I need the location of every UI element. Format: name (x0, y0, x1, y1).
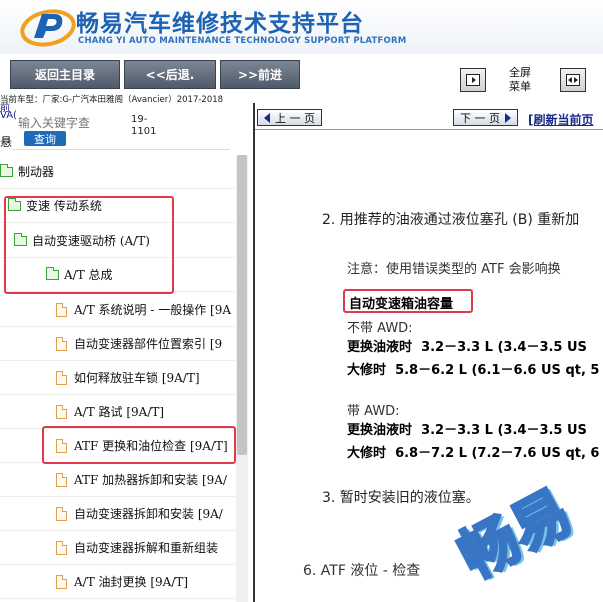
tree-item[interactable]: A/T 路试 [9A/T] (0, 395, 236, 429)
tree-item-label: 自动变速器部件位置索引 [9 (74, 337, 223, 351)
tree-item[interactable]: A/T 系统说明 - 一般操作 [9A (0, 293, 236, 327)
tree-item-label: 自动变速器拆卸和安装 [9A/ (74, 507, 223, 521)
document-icon (56, 370, 67, 385)
with-awd-label: 带 AWD: (347, 404, 400, 419)
arrow-left-icon (264, 112, 270, 123)
back-button[interactable]: <<后退. (124, 60, 216, 89)
collapse-left-button[interactable] (460, 68, 486, 92)
document-icon (56, 404, 67, 419)
document-icon (56, 438, 67, 453)
tree-item[interactable]: A/T 油封更换 [9A/T] (0, 565, 236, 599)
step-2-text: 2. 用推荐的油液通过液位塞孔 (B) 重新加 (322, 212, 580, 228)
divider (12, 149, 230, 150)
tree-item-label: 自动变速器拆解和重新组装 (74, 541, 219, 555)
watermark: 畅易 (447, 476, 584, 594)
app-title: 畅易汽车维修技术支持平台 (76, 11, 364, 37)
next-page-button[interactable]: 下 一 页 (453, 109, 518, 126)
arrow-right-icon (505, 112, 511, 123)
step-3-text: 3. 暂时安装旧的液位塞。 (322, 490, 480, 506)
catalog-panel: 前 VA( 悬 查询 19-1101 制动器变速 传动系统自动变速驱动桥 (A/… (0, 103, 253, 602)
tree-item[interactable]: ATF 加热器拆卸和安装 [9A/ (0, 463, 236, 497)
brand-logo-icon (20, 9, 76, 47)
tree-item[interactable]: 自动变速器部件位置索引 [9 (0, 327, 236, 361)
tree-item-partial: 悬 (0, 135, 13, 149)
tree-item-label: ATF 加热器拆卸和安装 [9A/ (74, 473, 227, 487)
search-button[interactable]: 查询 (24, 131, 66, 146)
tree-item-label: ATF 更换和油位检查 [9A/T] (74, 439, 228, 453)
spec-row: 大修时 5.8－6.2 L (6.1－6.6 US qt, 5 (347, 363, 600, 378)
document-icon (56, 540, 67, 555)
folder-icon (14, 232, 27, 246)
prev-page-button[interactable]: 上 一 页 (257, 109, 322, 126)
fullscreen-menu-label[interactable]: 全屏 菜单 (500, 66, 540, 94)
tree-item[interactable]: 自动变速器拆卸和安装 [9A/ (0, 497, 236, 531)
tree-item[interactable]: A/T 总成 (0, 258, 236, 292)
document-icon (56, 336, 67, 351)
tree-item-label: 如何释放驻车锁 [9A/T] (74, 371, 200, 385)
forward-button[interactable]: >>前进 (220, 60, 300, 89)
tree-item[interactable]: 如何释放驻车锁 [9A/T] (0, 361, 236, 395)
home-button[interactable]: 返回主目录 (10, 60, 120, 89)
document-viewer: 上 一 页 下 一 页 [刷新当前页 2. 用推荐的油液通过液位塞孔 (B) 重… (253, 103, 603, 602)
tree-item-label: 变速 传动系统 (26, 199, 102, 213)
folder-icon (46, 266, 59, 280)
tree-item-label: A/T 总成 (64, 268, 113, 282)
tree-item[interactable]: 自动变速驱动桥 (A/T) (0, 224, 236, 258)
folder-icon (8, 197, 21, 211)
section-heading: 6. ATF 液位 - 检查 (303, 563, 421, 579)
tree-item-label: A/T 路试 [9A/T] (74, 405, 165, 419)
tree-item-label: A/T 油封更换 [9A/T] (74, 575, 189, 589)
no-awd-label: 不带 AWD: (347, 321, 413, 336)
tree-item-label: 自动变速驱动桥 (A/T) (32, 234, 150, 248)
document-toolbar: 上 一 页 下 一 页 [刷新当前页 (255, 103, 603, 131)
tree-scrollbar[interactable] (236, 155, 248, 602)
document-icon (56, 574, 67, 589)
fullscreen-button[interactable] (560, 68, 586, 92)
folder-icon (0, 163, 13, 177)
note-text: 注意：使用错误类型的 ATF 会影响换 (347, 262, 561, 277)
spec-row: 更换油液时 3.2－3.3 L (3.4－3.5 US (347, 423, 587, 438)
document-icon (56, 506, 67, 521)
scroll-thumb[interactable] (237, 155, 247, 455)
panel-toggle-icon (466, 74, 480, 86)
document-icon (56, 472, 67, 487)
tree-item[interactable]: 自动变速器拆解和重新组装 (0, 531, 236, 565)
manual-page: 2. 用推荐的油液通过液位塞孔 (B) 重新加 注意：使用错误类型的 ATF 会… (255, 129, 603, 602)
tree-item-label: A/T 系统说明 - 一般操作 [9A (74, 303, 232, 317)
tree-item[interactable]: 制动器 (0, 155, 236, 189)
capacity-heading: 自动变速箱油容量 (349, 297, 454, 312)
document-icon (56, 302, 67, 317)
left-edge-text: VA( (0, 110, 17, 121)
spec-row: 更换油液时 3.2－3.3 L (3.4－3.5 US (347, 340, 587, 355)
refresh-page-link[interactable]: [刷新当前页 (528, 111, 594, 128)
catalog-code: 19- 1101 (131, 114, 157, 137)
app-header: 畅易汽车维修技术支持平台 CHANG YI AUTO MAINTENANCE T… (0, 0, 603, 54)
tree-item[interactable]: 变速 传动系统 (0, 189, 236, 223)
spec-row: 大修时 6.8－7.2 L (7.2－7.6 US qt, 6 (347, 446, 600, 461)
tree-item-label: 制动器 (18, 165, 55, 179)
fullscreen-icon (566, 74, 580, 86)
app-subtitle: CHANG YI AUTO MAINTENANCE TECHNOLOGY SUP… (78, 36, 407, 46)
tree-item[interactable]: ATF 更换和油位检查 [9A/T] (0, 429, 236, 463)
